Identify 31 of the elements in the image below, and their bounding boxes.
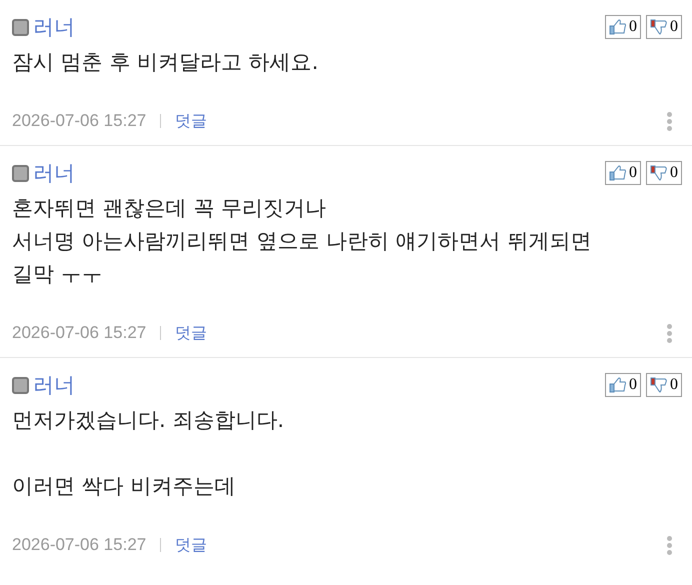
comment-text: 잠시 멈춘 후 비켜달라고 하세요. (12, 49, 320, 76)
like-button[interactable]: 0 (605, 161, 641, 185)
dislike-button[interactable]: 0 (646, 161, 682, 185)
more-icon[interactable] (667, 324, 672, 342)
reply-link[interactable]: 덧글 (175, 534, 208, 556)
like-button[interactable]: 0 (605, 15, 641, 39)
avatar-icon (12, 376, 29, 394)
timestamp: 2026-07-06 15:27 (12, 323, 146, 343)
author-name: 러너 (33, 160, 75, 187)
author-name: 러너 (33, 372, 75, 399)
thumbs-up-icon (609, 377, 627, 393)
more-icon[interactable] (667, 112, 672, 130)
thumbs-down-icon (650, 165, 668, 181)
thumbs-up-icon (609, 19, 627, 35)
thumbs-down-icon (650, 19, 668, 35)
avatar-icon (12, 18, 29, 36)
avatar-icon (12, 164, 29, 182)
like-button[interactable]: 0 (605, 373, 641, 397)
dislike-button[interactable]: 0 (646, 373, 682, 397)
more-icon[interactable] (667, 536, 672, 554)
timestamp: 2026-07-06 15:27 (12, 535, 146, 555)
timestamp: 2026-07-06 15:27 (12, 111, 146, 131)
author-name: 러너 (33, 14, 75, 41)
thumbs-up-icon (609, 165, 627, 181)
comment-text: 이러면 싹다 비켜주는데 (12, 473, 236, 500)
reply-link[interactable]: 덧글 (175, 322, 208, 344)
thumbs-down-icon (650, 377, 668, 393)
comment-text: 혼자뛰면 괜찮은데 꼭 무리짓거나 서너명 아는사람끼리뛰면 옆으로 나란히 얘기하면서 뛰게되면 길막 ㅜㅜ (12, 195, 592, 288)
comment-text: 먼저가겠습니다. 죄송합니다. (12, 407, 286, 434)
dislike-button[interactable]: 0 (646, 15, 682, 39)
reply-link[interactable]: 덧글 (175, 110, 208, 132)
